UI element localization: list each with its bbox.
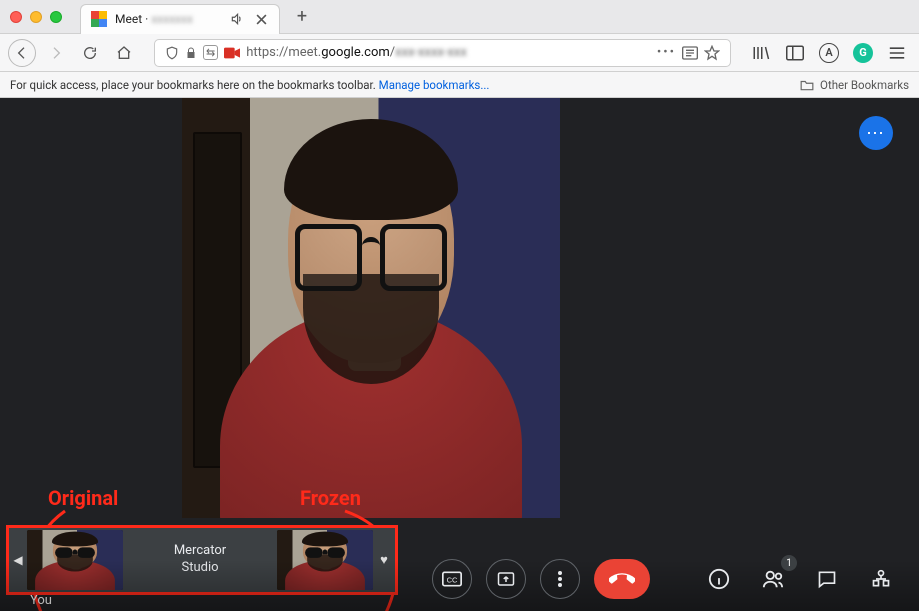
bookmarks-toolbar: For quick access, place your bookmarks h…	[0, 72, 919, 98]
tab-close-button[interactable]	[253, 11, 269, 27]
reload-button[interactable]	[76, 39, 104, 67]
camera-permission-icon[interactable]	[224, 47, 240, 59]
meet-favicon-icon	[91, 11, 107, 27]
manage-bookmarks-link[interactable]: Manage bookmarks...	[379, 78, 490, 92]
leave-call-button[interactable]	[594, 559, 650, 599]
new-tab-button[interactable]: +	[288, 3, 316, 31]
permissions-icon[interactable]: ⇆	[203, 45, 218, 60]
annotation-frozen: Frozen	[300, 486, 361, 510]
people-count-badge: 1	[781, 555, 797, 571]
tab-audio-icon[interactable]	[229, 11, 245, 27]
meet-more-button[interactable]: ⋯	[859, 116, 893, 150]
tracking-protection-icon[interactable]	[165, 45, 179, 61]
other-bookmarks-folder[interactable]: Other Bookmarks	[800, 78, 909, 92]
page-actions-icon[interactable]: •••	[657, 45, 676, 60]
zoom-window-button[interactable]	[50, 11, 62, 23]
window-controls	[10, 11, 62, 23]
lock-icon[interactable]	[185, 46, 197, 60]
close-window-button[interactable]	[10, 11, 22, 23]
grammarly-icon[interactable]: G	[849, 39, 877, 67]
url-text: https://meet.google.com/xxx-xxxx-xxx	[246, 45, 467, 60]
app-menu-button[interactable]	[883, 39, 911, 67]
people-button[interactable]: 1	[753, 559, 793, 599]
svg-text:CC: CC	[447, 575, 458, 584]
activities-button[interactable]	[861, 559, 901, 599]
meet-control-bar: CC 1	[0, 547, 919, 611]
bookmarks-hint: For quick access, place your bookmarks h…	[10, 78, 489, 92]
library-icon[interactable]	[747, 39, 775, 67]
forward-button[interactable]	[42, 39, 70, 67]
home-button[interactable]	[110, 39, 138, 67]
sidebar-icon[interactable]	[781, 39, 809, 67]
tab-title: Meet · xxxxxxx	[115, 12, 193, 26]
tab-strip: Meet · xxxxxxx +	[0, 0, 919, 34]
nav-toolbar: ⇆ https://meet.google.com/xxx-xxxx-xxx •…	[0, 34, 919, 72]
more-options-button[interactable]	[540, 559, 580, 599]
bookmark-star-icon[interactable]	[704, 45, 720, 61]
participant-video	[182, 98, 560, 518]
browser-tab[interactable]: Meet · xxxxxxx	[80, 4, 280, 34]
captions-button[interactable]: CC	[432, 559, 472, 599]
main-video-tile	[182, 98, 560, 518]
address-bar[interactable]: ⇆ https://meet.google.com/xxx-xxxx-xxx •…	[154, 39, 731, 67]
account-icon[interactable]: A	[815, 39, 843, 67]
present-button[interactable]	[486, 559, 526, 599]
back-button[interactable]	[8, 39, 36, 67]
meeting-details-button[interactable]	[699, 559, 739, 599]
chat-button[interactable]	[807, 559, 847, 599]
meet-viewport: ⋯ Original Frozen You ◀ Mercator	[0, 98, 919, 611]
reader-mode-icon[interactable]	[682, 46, 698, 60]
annotation-original: Original	[48, 486, 118, 510]
minimize-window-button[interactable]	[30, 11, 42, 23]
